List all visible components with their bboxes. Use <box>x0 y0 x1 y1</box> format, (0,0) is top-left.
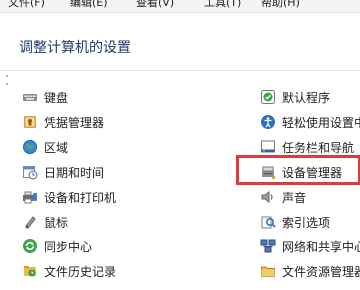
item-network-sharing[interactable]: 网络和共享中心 <box>260 237 360 255</box>
item-label: 默认程序 <box>282 90 331 105</box>
item-mouse[interactable]: 鼠标 <box>22 213 68 231</box>
file-history-icon <box>22 263 38 279</box>
item-file-explorer[interactable]: 文件资源管理器 <box>260 262 360 280</box>
item-label: 凭据管理器 <box>44 115 105 130</box>
item-taskbar-navigation[interactable]: 任务栏和导航 <box>260 138 354 156</box>
item-devices-printers[interactable]: 设备和打印机 <box>22 188 116 206</box>
page-title: 调整计算机的设置 <box>19 40 131 56</box>
item-sync-center[interactable]: 同步中心 <box>22 237 92 255</box>
menu-help[interactable]: 帮助(H) <box>261 0 300 9</box>
item-label: 网络和共享中心 <box>282 239 360 254</box>
item-label: 鼠标 <box>44 215 69 230</box>
date-time-icon <box>22 164 38 180</box>
menu-file[interactable]: 文件(F) <box>8 0 45 9</box>
item-label: 轻松使用设置中 <box>282 115 360 130</box>
highlight-box <box>236 155 360 185</box>
item-keyboard[interactable]: 键盘 <box>22 88 68 106</box>
item-region[interactable]: 区域 <box>22 138 68 156</box>
indexing-options-icon <box>260 214 276 230</box>
item-label: 声音 <box>282 190 307 205</box>
item-label: 文件资源管理器 <box>282 264 360 279</box>
item-credential-manager[interactable]: 凭据管理器 <box>22 113 104 131</box>
ease-of-access-icon <box>260 114 276 130</box>
item-label: 键盘 <box>44 90 69 105</box>
item-date-time[interactable]: 日期和时间 <box>22 163 104 181</box>
menu-bar: 文件(F) 编辑(E) 查看(V) 工具(T) 帮助(H) <box>0 0 360 13</box>
menu-edit[interactable]: 编辑(E) <box>70 0 108 9</box>
item-label: 索引选项 <box>282 215 331 230</box>
menu-tools[interactable]: 工具(T) <box>204 0 241 9</box>
region-globe-icon <box>22 139 38 155</box>
item-ease-of-access[interactable]: 轻松使用设置中 <box>260 113 360 131</box>
item-indexing-options[interactable]: 索引选项 <box>260 213 330 231</box>
menu-view[interactable]: 查看(V) <box>136 0 174 9</box>
file-explorer-icon <box>260 263 276 279</box>
default-programs-icon <box>260 89 276 105</box>
item-sound[interactable]: 声音 <box>260 188 306 206</box>
mouse-icon <box>22 214 38 230</box>
sound-icon <box>260 189 276 205</box>
edge-mark <box>6 83 8 85</box>
item-label: 日期和时间 <box>44 165 105 180</box>
devices-printers-icon <box>22 189 38 205</box>
item-label: 文件历史记录 <box>44 264 117 279</box>
item-label: 区域 <box>44 140 69 155</box>
taskbar-navigation-icon <box>260 139 276 155</box>
item-label: 同步中心 <box>44 239 93 254</box>
sync-center-icon <box>22 238 38 254</box>
credential-manager-icon <box>22 114 38 130</box>
item-file-history[interactable]: 文件历史记录 <box>22 262 116 280</box>
keyboard-icon <box>22 89 38 105</box>
item-label: 设备和打印机 <box>44 190 117 205</box>
edge-mark <box>6 75 8 77</box>
item-label: 任务栏和导航 <box>282 140 355 155</box>
network-sharing-icon <box>260 238 276 254</box>
item-default-programs[interactable]: 默认程序 <box>260 88 330 106</box>
